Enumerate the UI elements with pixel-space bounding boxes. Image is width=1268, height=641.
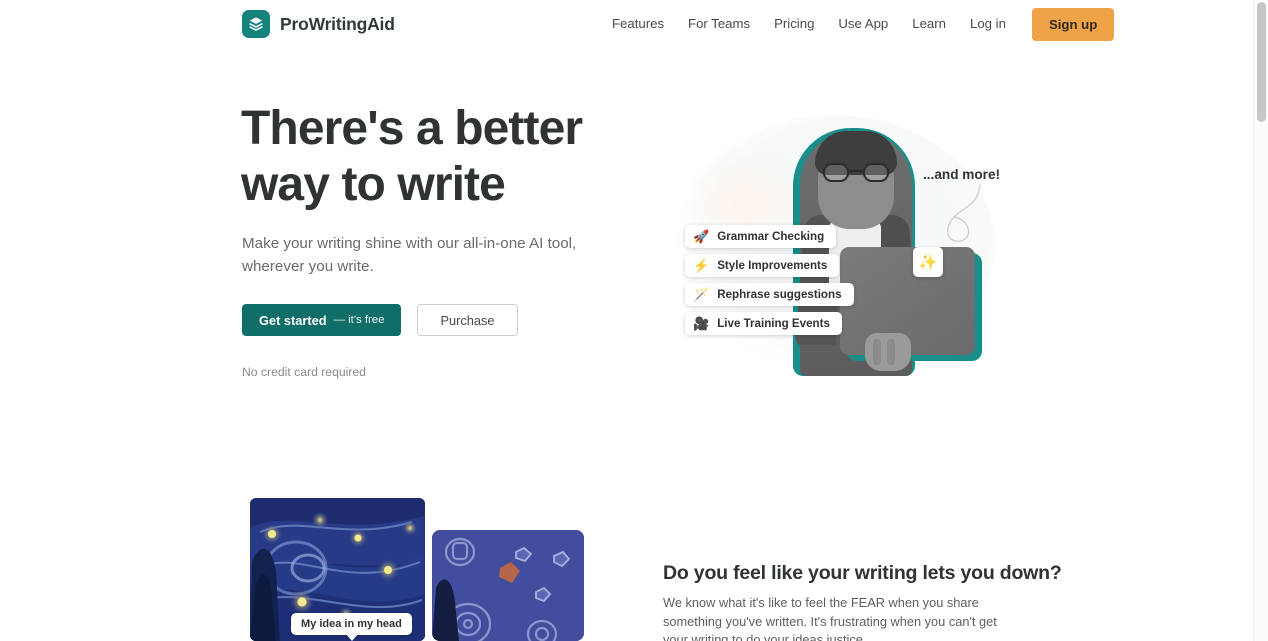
stacked-pages-logo-icon — [242, 10, 270, 38]
plain-drawing-painting — [432, 530, 584, 641]
video-camera-icon: 🎥 — [693, 316, 710, 331]
brand-logo-link[interactable]: ProWritingAid — [242, 10, 395, 38]
feature-chip-list: 🚀 Grammar Checking ⚡ Style Improvements … — [685, 225, 865, 341]
nav-item-pricing[interactable]: Pricing — [762, 0, 826, 48]
feature-chip-rephrase-suggestions: 🪄 Rephrase suggestions — [685, 283, 854, 306]
feature-chip-label: Live Training Events — [717, 317, 830, 330]
feature-chip-style-improvements: ⚡ Style Improvements — [685, 254, 840, 277]
get-started-label: Get started — [259, 312, 327, 328]
nav-item-for-teams[interactable]: For Teams — [676, 0, 762, 48]
purchase-button[interactable]: Purchase — [417, 304, 518, 336]
hero-subtitle: Make your writing shine with our all-in-… — [242, 235, 577, 275]
feature-chip-grammar-checking: 🚀 Grammar Checking — [685, 225, 837, 248]
section-body-text: We know what it's like to feel the FEAR … — [663, 595, 997, 641]
rocket-icon: 🚀 — [693, 229, 710, 244]
section-heading: Do you feel like your writing lets you d… — [663, 562, 1062, 584]
get-started-free-note: — it's free — [333, 314, 385, 326]
feature-chip-label: Style Improvements — [717, 259, 828, 272]
hero-illustration: 🚀 Grammar Checking ⚡ Style Improvements … — [655, 95, 1015, 395]
feature-chip-live-training-events: 🎥 Live Training Events — [685, 312, 842, 335]
magic-wand-icon: 🪄 — [693, 287, 710, 302]
nav-item-features[interactable]: Features — [600, 0, 676, 48]
hero-title: There's a better way to write — [241, 101, 661, 213]
hero-cta-row: Get started — it's free Purchase — [242, 304, 518, 336]
nav-item-learn[interactable]: Learn — [900, 0, 958, 48]
brand-name: ProWritingAid — [280, 13, 395, 34]
person-hand — [865, 333, 911, 371]
scrollbar-thumb[interactable] — [1257, 2, 1266, 122]
and-more-annotation: ...and more! — [923, 167, 1001, 182]
feature-chip-label: Grammar Checking — [717, 230, 825, 243]
sign-up-button[interactable]: Sign up — [1031, 7, 1115, 41]
page-root: ProWritingAid Features For Teams Pricing… — [0, 0, 1268, 641]
no-credit-card-note: No credit card required — [242, 365, 366, 379]
painting-caption: My idea in my head — [291, 613, 412, 641]
hero-title-line-2: way to write — [241, 158, 506, 211]
nav-item-log-in[interactable]: Log in — [958, 0, 1018, 48]
main-navigation: Features For Teams Pricing Use App Learn… — [600, 0, 1115, 48]
page-scrollbar[interactable] — [1253, 0, 1268, 641]
nav-item-use-app[interactable]: Use App — [826, 0, 900, 48]
feature-chip-label: Rephrase suggestions — [717, 288, 842, 301]
glasses-icon — [823, 163, 889, 182]
site-header: ProWritingAid Features For Teams Pricing… — [0, 0, 1253, 48]
get-started-button[interactable]: Get started — it's free — [242, 304, 402, 336]
lightning-icon: ⚡ — [693, 258, 710, 273]
hero-title-line-1: There's a better — [241, 102, 583, 155]
curly-arrow-icon — [947, 184, 981, 242]
